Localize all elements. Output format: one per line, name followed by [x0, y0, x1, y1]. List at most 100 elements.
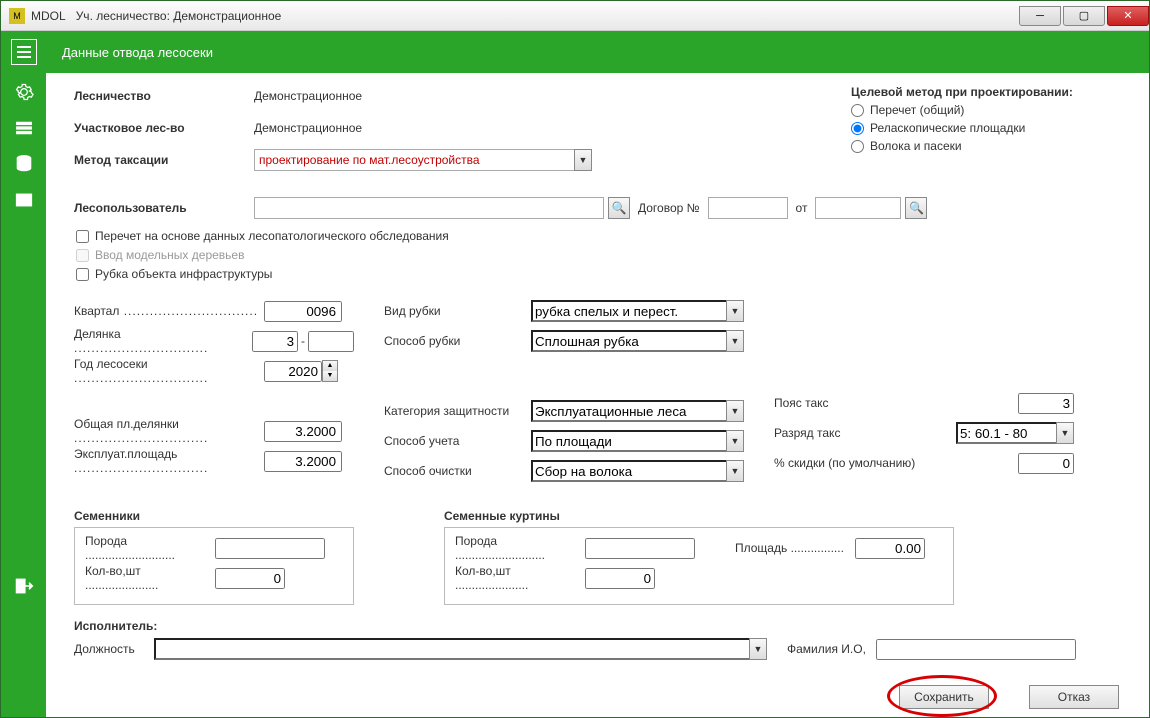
delyanka-suf-input[interactable] — [308, 331, 354, 352]
seed-qty-input[interactable] — [215, 568, 285, 589]
search-date-button[interactable]: 🔍 — [905, 197, 927, 219]
database-icon[interactable] — [13, 153, 35, 175]
forestry-value: Демонстрационное — [254, 89, 362, 103]
curtain-area-label: Площадь — [735, 541, 787, 555]
window-title: MDOL Уч. лесничество: Демонстрационное — [31, 9, 1017, 23]
check-forestpath[interactable]: Перечет на основе данных лесопатологичес… — [76, 229, 1131, 243]
page-header: Данные отвода лесосеки — [1, 31, 1149, 73]
discount-label: % скидки (по умолчанию) — [774, 456, 944, 470]
main-content: Лесничество Демонстрационное Участковое … — [46, 73, 1149, 717]
forestry-label: Лесничество — [74, 89, 254, 103]
district-label: Участковое лес-во — [74, 121, 254, 135]
window-controls: ─ ▢ ✕ — [1017, 6, 1149, 26]
layout-icon[interactable] — [13, 189, 35, 211]
exparea-label: Эксплуат.площадь — [74, 447, 177, 461]
target-method-title: Целевой метод при проектировании: — [851, 85, 1131, 99]
search-user-button[interactable]: 🔍 — [608, 197, 630, 219]
cancel-button[interactable]: Отказ — [1029, 685, 1119, 709]
position-label: Должность — [74, 642, 154, 656]
spin-down-icon[interactable]: ▼ — [323, 371, 337, 381]
contract-input[interactable] — [708, 197, 788, 219]
spin-up-icon[interactable]: ▲ — [323, 361, 337, 371]
totalarea-input[interactable] — [264, 421, 342, 442]
chevron-down-icon[interactable]: ▼ — [726, 400, 744, 422]
year-input[interactable] — [264, 361, 322, 382]
year-spinner[interactable]: ▲▼ — [322, 360, 338, 382]
gear-icon[interactable] — [13, 81, 35, 103]
kvartal-label: Квартал — [74, 304, 119, 318]
cuttype-select[interactable]: ▼ — [531, 300, 744, 322]
position-select[interactable]: ▼ — [154, 638, 767, 660]
check-modeltrees: Ввод модельных деревьев — [76, 248, 1131, 262]
radio-voloka[interactable]: Волока и пасеки — [851, 139, 1131, 153]
seed-breed-label: Порода — [85, 534, 127, 548]
check-infrastructure[interactable]: Рубка объекта инфраструктуры — [76, 267, 1131, 281]
exparea-input[interactable] — [264, 451, 342, 472]
radio-perechet[interactable]: Перечет (общий) — [851, 103, 1131, 117]
delyanka-label: Делянка — [74, 327, 121, 341]
discount-input[interactable] — [1018, 453, 1074, 474]
app-icon: М — [9, 8, 25, 24]
from-label: от — [796, 201, 808, 215]
menu-icon[interactable] — [11, 39, 37, 65]
curtain-area-input[interactable] — [855, 538, 925, 559]
fio-input[interactable] — [876, 639, 1076, 660]
taxmethod-label: Метод таксации — [74, 153, 254, 167]
app-name: MDOL — [31, 9, 66, 23]
curtain-qty-label: Кол-во,шт — [455, 564, 511, 578]
executor-title: Исполнитель: — [74, 619, 1131, 633]
clean-label: Способ очистки — [384, 464, 531, 478]
exit-icon[interactable] — [13, 575, 35, 597]
window-subtitle: Уч. лесничество: Демонстрационное — [76, 9, 282, 23]
seed-qty-label: Кол-во,шт — [85, 564, 141, 578]
minimize-button[interactable]: ─ — [1019, 6, 1061, 26]
chevron-down-icon[interactable]: ▼ — [726, 300, 744, 322]
taxmethod-select[interactable]: ▼ — [254, 149, 592, 171]
footer-buttons: Сохранить Отказ — [899, 685, 1119, 709]
cuttype-label: Вид рубки — [384, 304, 531, 318]
taxrank-select[interactable]: ▼ — [956, 422, 1074, 444]
chevron-down-icon[interactable]: ▼ — [726, 430, 744, 452]
kvartal-input[interactable] — [264, 301, 342, 322]
fio-label: Фамилия И.О, — [787, 642, 866, 656]
titlebar: М MDOL Уч. лесничество: Демонстрационное… — [1, 1, 1149, 31]
seed-box: Порода ........................... Кол-в… — [74, 527, 354, 605]
protcat-label: Категория защитности — [384, 404, 531, 418]
year-label: Год лесосеки — [74, 357, 148, 371]
protcat-select[interactable]: ▼ — [531, 400, 744, 422]
target-method-box: Целевой метод при проектировании: Перече… — [851, 85, 1131, 181]
user-input[interactable] — [254, 197, 604, 219]
taxmethod-input[interactable] — [254, 149, 574, 171]
cutmethod-select[interactable]: ▼ — [531, 330, 744, 352]
user-label: Лесопользователь — [74, 201, 254, 215]
chevron-down-icon[interactable]: ▼ — [726, 460, 744, 482]
curtain-breed-label: Порода — [455, 534, 497, 548]
taxzone-input[interactable] — [1018, 393, 1074, 414]
list-icon[interactable] — [13, 117, 35, 139]
delyanka-input[interactable] — [252, 331, 298, 352]
app-window: М MDOL Уч. лесничество: Демонстрационное… — [0, 0, 1150, 718]
contract-label: Договор № — [638, 201, 700, 215]
totalarea-label: Общая пл.делянки — [74, 417, 179, 431]
maximize-button[interactable]: ▢ — [1063, 6, 1105, 26]
account-select[interactable]: ▼ — [531, 430, 744, 452]
curtain-box: Порода ........................... Кол-в… — [444, 527, 954, 605]
taxzone-label: Пояс такс — [774, 396, 934, 410]
curtain-breed-input[interactable] — [585, 538, 695, 559]
radio-relascope[interactable]: Реласкопические площадки — [851, 121, 1131, 135]
curtain-title: Семенные куртины — [444, 509, 954, 523]
chevron-down-icon[interactable]: ▼ — [574, 149, 592, 171]
page-title: Данные отвода лесосеки — [62, 45, 213, 60]
sidebar — [1, 73, 46, 717]
clean-select[interactable]: ▼ — [531, 460, 744, 482]
close-button[interactable]: ✕ — [1107, 6, 1149, 26]
save-button[interactable]: Сохранить — [899, 685, 989, 709]
seed-breed-input[interactable] — [215, 538, 325, 559]
seed-title: Семенники — [74, 509, 354, 523]
curtain-qty-input[interactable] — [585, 568, 655, 589]
chevron-down-icon[interactable]: ▼ — [726, 330, 744, 352]
from-input[interactable] — [815, 197, 901, 219]
chevron-down-icon[interactable]: ▼ — [749, 638, 767, 660]
cutmethod-label: Способ рубки — [384, 334, 531, 348]
chevron-down-icon[interactable]: ▼ — [1056, 422, 1074, 444]
